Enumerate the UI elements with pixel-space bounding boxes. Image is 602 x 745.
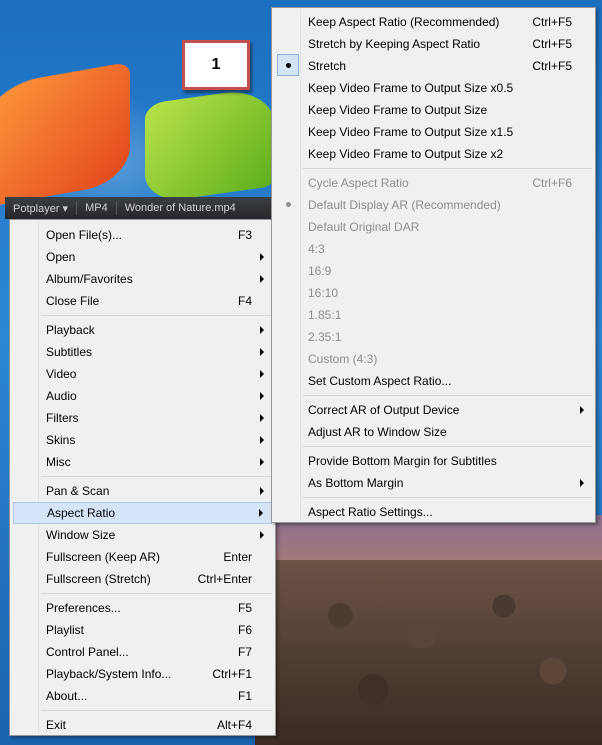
- windows-logo-red-pane: [0, 61, 130, 209]
- menu-item-misc[interactable]: Misc: [13, 451, 272, 473]
- menu-item-pan-scan[interactable]: Pan & Scan: [13, 480, 272, 502]
- menu-item-default-original-dar: Default Original DAR: [308, 220, 420, 234]
- menu-item-adjust-ar-window[interactable]: Adjust AR to Window Size: [275, 421, 592, 443]
- menu-item-stretch-keep-ar[interactable]: Stretch by Keeping Aspect Ratio Ctrl+F5: [275, 33, 592, 55]
- submenu-arrow-icon: [260, 436, 264, 444]
- menu-item-keep-aspect-ratio[interactable]: Keep Aspect Ratio (Recommended) Ctrl+F5: [275, 11, 592, 33]
- menu-item-audio[interactable]: Audio: [13, 385, 272, 407]
- aspect-ratio-submenu: Keep Aspect Ratio (Recommended) Ctrl+F5 …: [271, 7, 596, 523]
- submenu-arrow-icon: [260, 348, 264, 356]
- menu-item-frame-x2[interactable]: Keep Video Frame to Output Size x2: [275, 143, 592, 165]
- menu-item-bottom-margin-subtitles[interactable]: Provide Bottom Margin for Subtitles: [275, 450, 592, 472]
- app-menu-button[interactable]: Potplayer ▾: [5, 202, 76, 215]
- menu-item-ar-1-85: 1.85:1: [308, 308, 342, 322]
- menu-separator: [303, 497, 592, 498]
- menu-item-fullscreen-keep-ar[interactable]: Fullscreen (Keep AR) Enter: [13, 546, 272, 568]
- menu-item-skins[interactable]: Skins: [13, 429, 272, 451]
- file-name: Wonder of Nature.mp4: [124, 202, 236, 214]
- menu-item-album-favorites[interactable]: Album/Favorites: [13, 268, 272, 290]
- radio-indicator-icon: [277, 193, 299, 215]
- menu-item-set-custom-ar[interactable]: Set Custom Aspect Ratio...: [275, 370, 592, 392]
- submenu-arrow-icon: [260, 458, 264, 466]
- submenu-arrow-icon: [260, 531, 264, 539]
- submenu-arrow-icon: [259, 509, 263, 517]
- step-callout: 1: [182, 40, 250, 90]
- menu-item-playback-system-info[interactable]: Playback/System Info... Ctrl+F1: [13, 663, 272, 685]
- selected-radio-icon: [277, 54, 299, 76]
- submenu-arrow-icon: [580, 479, 584, 487]
- radio-dot-icon: [285, 201, 291, 207]
- windows-logo-green-pane: [145, 85, 275, 205]
- menu-item-ar-16-10: 16:10: [308, 286, 339, 300]
- menu-item-ar-16-9: 16:9: [308, 264, 332, 278]
- menu-item-preferences[interactable]: Preferences... F5: [13, 597, 272, 619]
- menu-separator: [303, 446, 592, 447]
- format-label: MP4: [85, 202, 108, 214]
- menu-item-about[interactable]: About... F1: [13, 685, 272, 707]
- menu-item-frame-output[interactable]: Keep Video Frame to Output Size: [275, 99, 592, 121]
- menu-separator: [41, 710, 272, 711]
- menu-item-ar-2-35: 2.35:1: [308, 330, 342, 344]
- menu-item-aspect-ratio[interactable]: Aspect Ratio: [13, 502, 272, 524]
- menu-item-frame-x1-5[interactable]: Keep Video Frame to Output Size x1.5: [275, 121, 592, 143]
- menu-item-window-size[interactable]: Window Size: [13, 524, 272, 546]
- menu-item-as-bottom-margin[interactable]: As Bottom Margin: [275, 472, 592, 494]
- menu-item-stretch[interactable]: Stretch Ctrl+F5: [275, 54, 592, 77]
- menu-item-video[interactable]: Video: [13, 363, 272, 385]
- menu-item-open-files[interactable]: Open File(s)... F3: [13, 224, 272, 246]
- menu-separator: [41, 476, 272, 477]
- menu-item-playback[interactable]: Playback: [13, 319, 272, 341]
- submenu-arrow-icon: [260, 370, 264, 378]
- video-rock-ruins: [275, 560, 602, 745]
- menu-item-filters[interactable]: Filters: [13, 407, 272, 429]
- menu-item-custom-4-3: Custom (4:3): [308, 352, 378, 366]
- menu-separator: [41, 593, 272, 594]
- submenu-arrow-icon: [260, 392, 264, 400]
- main-context-menu: Open File(s)... F3 Open Album/Favorites …: [9, 219, 276, 736]
- menu-item-frame-x0-5[interactable]: Keep Video Frame to Output Size x0.5: [275, 77, 592, 99]
- menu-item-close-file[interactable]: Close File F4: [13, 290, 272, 312]
- menu-item-exit[interactable]: Exit Alt+F4: [13, 714, 272, 736]
- step-number: 1: [211, 56, 221, 73]
- submenu-arrow-icon: [260, 275, 264, 283]
- menu-item-cycle-aspect-ratio: Cycle Aspect Ratio Ctrl+F6: [308, 176, 572, 190]
- menu-item-open[interactable]: Open: [13, 246, 272, 268]
- menu-item-ar-4-3: 4:3: [308, 242, 325, 256]
- radio-dot-icon: [285, 62, 291, 68]
- submenu-arrow-icon: [580, 406, 584, 414]
- menu-separator: [41, 315, 272, 316]
- menu-item-fullscreen-stretch[interactable]: Fullscreen (Stretch) Ctrl+Enter: [13, 568, 272, 590]
- submenu-arrow-icon: [260, 414, 264, 422]
- submenu-arrow-icon: [260, 253, 264, 261]
- menu-separator: [303, 168, 592, 169]
- menu-item-subtitles[interactable]: Subtitles: [13, 341, 272, 363]
- menu-separator: [303, 395, 592, 396]
- menu-item-control-panel[interactable]: Control Panel... F7: [13, 641, 272, 663]
- submenu-arrow-icon: [260, 326, 264, 334]
- menu-item-playlist[interactable]: Playlist F6: [13, 619, 272, 641]
- menu-item-default-display-ar: Default Display AR (Recommended): [275, 194, 592, 216]
- submenu-arrow-icon: [260, 487, 264, 495]
- menu-item-correct-ar-output[interactable]: Correct AR of Output Device: [275, 399, 592, 421]
- menu-item-aspect-ratio-settings[interactable]: Aspect Ratio Settings...: [275, 501, 592, 523]
- player-titlebar: Potplayer ▾ MP4 Wonder of Nature.mp4: [5, 197, 280, 219]
